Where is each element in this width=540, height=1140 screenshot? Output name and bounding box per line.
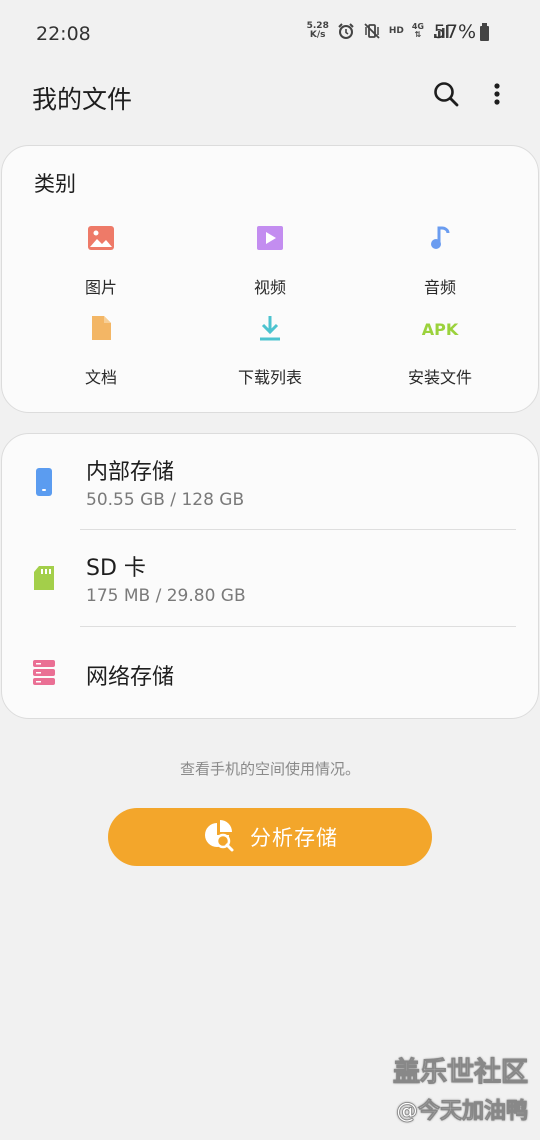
- category-images[interactable]: 图片: [31, 224, 171, 304]
- music-icon: [431, 226, 450, 249]
- battery-percent: 57%: [433, 21, 476, 43]
- video-icon: [257, 226, 283, 250]
- storage-card: 内部存储 50.55 GB / 128 GB SD 卡 175 MB / 29.…: [1, 433, 539, 719]
- storage-internal[interactable]: 内部存储 50.55 GB / 128 GB: [2, 434, 540, 530]
- category-videos[interactable]: 视频: [200, 224, 340, 304]
- watermark-author: @今天加油鸭: [395, 1099, 529, 1125]
- category-label: 视频: [253, 278, 286, 297]
- apk-icon: APK: [422, 320, 459, 339]
- sd-card-icon: [34, 566, 54, 590]
- phone-icon: [36, 468, 52, 496]
- apk-icon-text: APK: [422, 320, 459, 339]
- status-time: 22:08: [36, 23, 91, 45]
- more-vertical-icon[interactable]: [482, 76, 512, 112]
- category-label: 安装文件: [407, 368, 472, 387]
- category-label: 音频: [423, 278, 456, 297]
- hd-voice-indicator: HD: [388, 26, 404, 36]
- analyze-button-label: 分析存储: [250, 826, 338, 850]
- download-icon: [260, 316, 280, 341]
- storage-usage: 175 MB / 29.80 GB: [86, 586, 246, 606]
- status-icons: 5.28 K/s HD 4G ⇅: [307, 22, 450, 40]
- storage-title: 内部存储: [86, 460, 175, 485]
- status-bar: 22:08 5.28 K/s HD 4G ⇅ 57%: [0, 0, 540, 68]
- mobile-data-indicator: 4G ⇅: [411, 22, 424, 39]
- storage-title: 网络存储: [86, 665, 175, 690]
- network-type-label: 4G: [411, 22, 424, 31]
- watermark-title: 盖乐世社区: [393, 1057, 529, 1089]
- storage-analysis-icon: [205, 820, 234, 852]
- category-label: 图片: [84, 278, 117, 297]
- categories-heading: 类别: [34, 172, 76, 196]
- search-icon[interactable]: [428, 76, 464, 112]
- battery-icon: [480, 23, 489, 41]
- category-documents[interactable]: 文档: [31, 314, 171, 394]
- analyze-hint: 查看手机的空间使用情况。: [179, 760, 360, 778]
- storage-sd-card[interactable]: SD 卡 175 MB / 29.80 GB: [2, 530, 540, 626]
- network-speed: 5.28 K/s: [307, 22, 329, 40]
- image-icon: [88, 226, 114, 250]
- category-install-files[interactable]: APK 安装文件: [370, 314, 510, 394]
- app-bar: 我的文件: [0, 68, 540, 128]
- storage-usage: 50.55 GB / 128 GB: [86, 490, 245, 510]
- category-label: 文档: [84, 368, 117, 387]
- analyze-storage-button[interactable]: 分析存储: [108, 808, 432, 866]
- category-audio[interactable]: 音频: [370, 224, 510, 304]
- vibrate-mute-icon: [364, 23, 380, 39]
- storage-title: SD 卡: [86, 556, 146, 581]
- alarm-icon: [338, 23, 354, 39]
- storage-network[interactable]: 网络存储: [2, 627, 540, 719]
- network-speed-unit: K/s: [309, 30, 326, 40]
- categories-card: 类别 图片 视频 音频 文档 下载列表 APK 安装文件: [1, 145, 539, 413]
- server-icon: [33, 660, 55, 685]
- page-title: 我的文件: [32, 85, 133, 114]
- document-icon: [92, 316, 111, 340]
- category-downloads[interactable]: 下载列表: [200, 314, 340, 394]
- category-label: 下载列表: [237, 368, 302, 387]
